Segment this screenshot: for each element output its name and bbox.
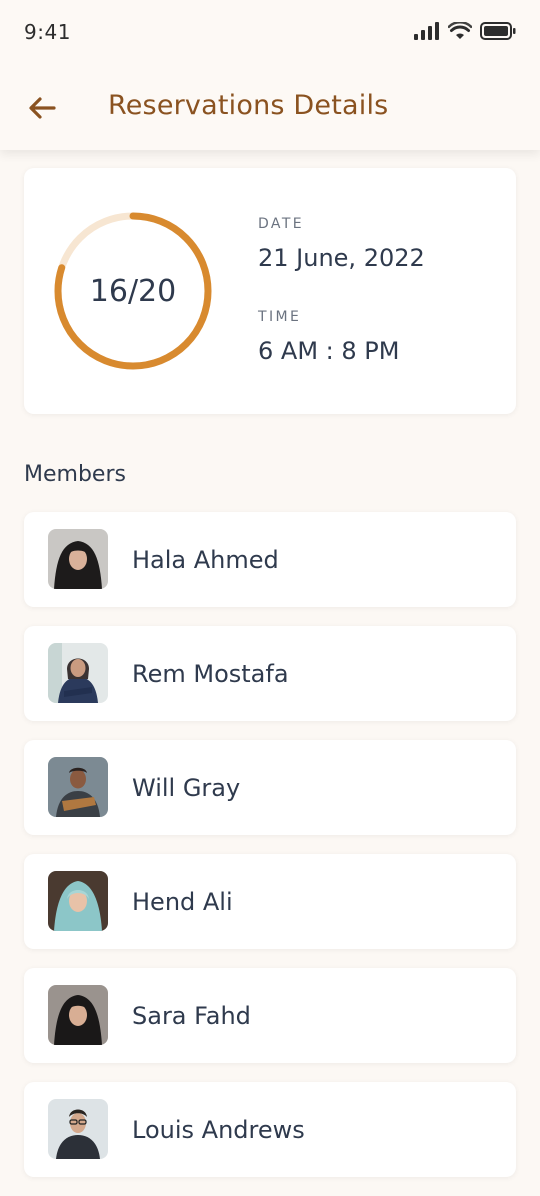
member-card[interactable]: Rem Mostafa bbox=[24, 626, 516, 721]
time-value: 6 AM : 8 PM bbox=[258, 337, 400, 365]
members-list: Hala Ahmed Rem Mostafa Will Gray Hend Al… bbox=[24, 512, 516, 1196]
time-block: TIME 6 AM : 8 PM bbox=[258, 309, 399, 365]
date-label: DATE bbox=[258, 216, 305, 232]
status-icons bbox=[414, 20, 516, 44]
battery-icon bbox=[480, 22, 516, 44]
members-heading: Members bbox=[24, 462, 126, 487]
wifi-icon bbox=[447, 20, 473, 44]
member-name: Rem Mostafa bbox=[132, 659, 289, 688]
member-name: Hend Ali bbox=[132, 887, 233, 916]
avatar bbox=[48, 643, 108, 703]
signal-icon bbox=[414, 22, 440, 44]
capacity-progress-text: 16/20 bbox=[89, 273, 177, 309]
status-time: 9:41 bbox=[24, 20, 71, 44]
arrow-left-icon bbox=[29, 97, 56, 119]
date-value: 21 June, 2022 bbox=[258, 244, 425, 272]
member-card[interactable]: Louis Andrews bbox=[24, 1082, 516, 1177]
avatar bbox=[48, 1099, 108, 1159]
member-name: Louis Andrews bbox=[132, 1115, 305, 1144]
avatar bbox=[48, 757, 108, 817]
page-title: Reservations Details bbox=[108, 90, 389, 121]
member-card[interactable]: Will Gray bbox=[24, 740, 516, 835]
avatar bbox=[48, 985, 108, 1045]
avatar bbox=[48, 529, 108, 589]
top-bar: 9:41 Reservations Details bbox=[0, 0, 540, 150]
member-card[interactable]: Sara Fahd bbox=[24, 968, 516, 1063]
avatar bbox=[48, 871, 108, 931]
member-name: Hala Ahmed bbox=[132, 545, 279, 574]
member-name: Sara Fahd bbox=[132, 1001, 251, 1030]
reservation-summary-card: 16/20 DATE 21 June, 2022 TIME 6 AM : 8 P… bbox=[24, 168, 516, 414]
time-label: TIME bbox=[258, 309, 302, 325]
date-block: DATE 21 June, 2022 bbox=[258, 216, 425, 272]
member-name: Will Gray bbox=[132, 773, 241, 802]
member-card[interactable]: Hend Ali bbox=[24, 854, 516, 949]
back-button[interactable] bbox=[26, 92, 58, 124]
member-card[interactable]: Hala Ahmed bbox=[24, 512, 516, 607]
